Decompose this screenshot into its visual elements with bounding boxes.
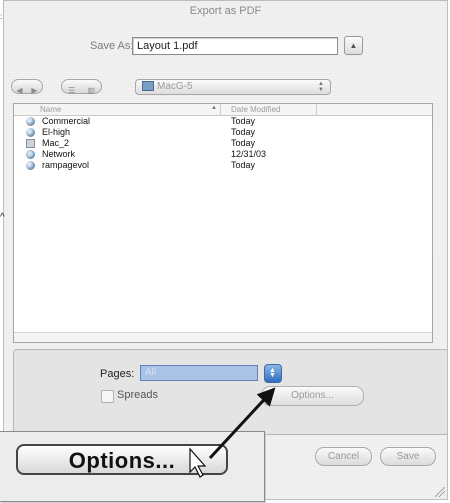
file-date: Today	[231, 138, 256, 148]
view-mode-control[interactable]: ☰ ▥	[61, 79, 102, 97]
hard-disk-icon	[142, 81, 154, 92]
options-callout: Options...	[0, 431, 265, 502]
save-as-input[interactable]: Layout 1.pdf	[132, 37, 338, 55]
navigation-row: ◀ ▶ ☰ ▥ MacG-5 ▲ ▼	[4, 79, 447, 99]
network-volume-icon	[26, 117, 35, 126]
column-divider[interactable]	[220, 104, 221, 115]
file-row[interactable]: Commercial Today	[14, 116, 432, 127]
cancel-button[interactable]: Cancel	[315, 447, 372, 466]
file-date: Today	[231, 116, 256, 126]
options-button-zoomed[interactable]: Options...	[16, 444, 228, 475]
file-row[interactable]: Network 12/31/03	[14, 149, 432, 160]
collapse-button[interactable]: ▲	[344, 36, 363, 55]
edge-mark: ^	[0, 212, 5, 223]
popup-arrows-icon: ▲ ▼	[318, 81, 324, 93]
disk-icon	[26, 139, 35, 148]
pages-field[interactable]: All	[140, 365, 258, 381]
save-as-row: Save As: Layout 1.pdf ▲	[4, 36, 447, 59]
arrow-right-icon[interactable]: ▶	[27, 84, 42, 97]
arrow-left-icon[interactable]: ◀	[12, 84, 27, 97]
triangle-up-icon: ▲	[349, 41, 358, 50]
spreads-label: Spreads	[117, 389, 158, 401]
edge-mark: :	[0, 12, 3, 21]
column-name-header[interactable]: Name	[40, 105, 61, 114]
crop-marks: : ^	[0, 0, 5, 500]
file-name: El-high	[42, 127, 71, 137]
list-view-icon[interactable]: ☰	[62, 84, 82, 97]
network-volume-icon	[26, 161, 35, 170]
location-label: MacG-5	[157, 81, 193, 92]
save-button[interactable]: Save	[380, 447, 436, 466]
pages-label: Pages:	[100, 368, 135, 380]
file-name: rampagevol	[42, 160, 90, 170]
export-pdf-dialog: Export as PDF Save As: Layout 1.pdf ▲ ◀ ▶…	[3, 0, 448, 500]
pdf-options-panel: Pages: All ▲ ▼ Spreads Options...	[13, 349, 447, 435]
network-globe-icon	[26, 150, 35, 159]
network-volume-icon	[26, 128, 35, 137]
horizontal-scrollbar[interactable]	[14, 332, 432, 342]
file-name: Network	[42, 149, 76, 159]
spreads-checkbox[interactable]	[101, 390, 114, 403]
save-as-label: Save As:	[90, 40, 134, 52]
file-row[interactable]: Mac_2 Today	[14, 138, 432, 149]
browser-header: Name ▲ Date Modified	[14, 104, 432, 116]
sort-ascending-icon: ▲	[211, 105, 217, 111]
file-browser[interactable]: Name ▲ Date Modified Commercial Today El…	[13, 103, 433, 343]
file-row[interactable]: rampagevol Today	[14, 160, 432, 171]
window-title: Export as PDF	[189, 5, 262, 17]
location-popup[interactable]: MacG-5 ▲ ▼	[135, 79, 331, 95]
file-row[interactable]: El-high Today	[14, 127, 432, 138]
file-name: Mac_2	[42, 138, 70, 148]
back-forward-control[interactable]: ◀ ▶	[11, 79, 43, 97]
column-view-icon[interactable]: ▥	[82, 84, 102, 97]
file-date: Today	[231, 160, 256, 170]
column-date-header[interactable]: Date Modified	[231, 105, 280, 114]
chevron-updown-icon: ▲ ▼	[269, 367, 276, 379]
file-date: 12/31/03	[231, 149, 267, 159]
resize-grip-icon[interactable]	[435, 487, 445, 497]
column-divider[interactable]	[316, 104, 317, 115]
options-button[interactable]: Options...	[261, 386, 364, 406]
file-date: Today	[231, 127, 256, 137]
pages-popup-button[interactable]: ▲ ▼	[264, 364, 282, 383]
file-name: Commercial	[42, 116, 91, 126]
